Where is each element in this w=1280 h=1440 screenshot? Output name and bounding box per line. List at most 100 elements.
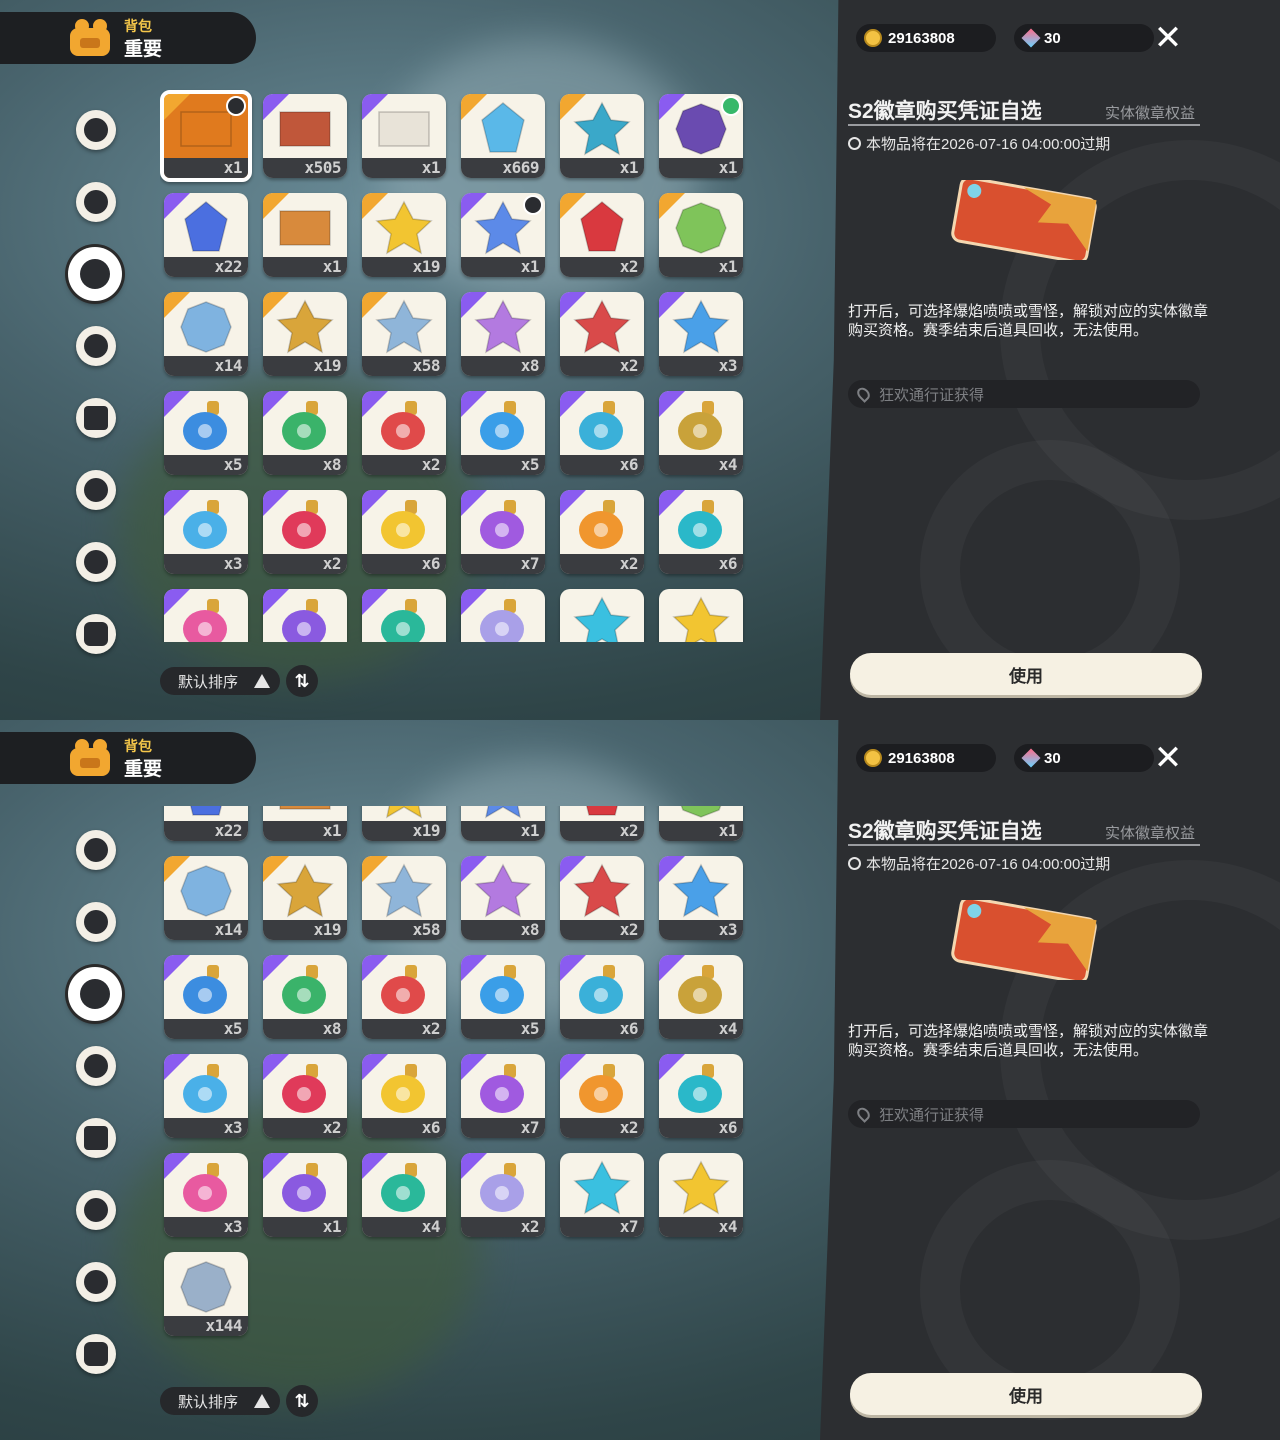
item-quantity: x1 (520, 821, 540, 840)
item-slot-blue-shell[interactable]: x14 (164, 292, 248, 376)
item-slot-green-charm[interactable]: x1 (659, 806, 743, 841)
item-slot-potion-green-leaf[interactable]: x8 (263, 391, 347, 475)
acorn-icon[interactable] (76, 542, 116, 582)
leaf-bloom-icon[interactable] (76, 902, 116, 942)
item-slot-potion-gold-bolt[interactable]: x4 (659, 391, 743, 475)
item-slot-potion-lilac-swirl[interactable]: x2 (461, 1153, 545, 1237)
item-slot-silver-coin[interactable]: x144 (164, 1252, 248, 1336)
close-button[interactable]: ✕ (1152, 741, 1184, 775)
ball-icon[interactable] (76, 470, 116, 510)
item-slot-gold-star[interactable]: x19 (362, 193, 446, 277)
item-slot-potion-violet-face[interactable]: x1 (263, 1153, 347, 1237)
item-slot-gift-box[interactable]: x1 (263, 193, 347, 277)
item-slot-star-wand[interactable]: x1 (461, 806, 545, 841)
close-button[interactable]: ✕ (1152, 21, 1184, 55)
star-badge-icon[interactable] (76, 110, 116, 150)
item-slot-potion-red-crown[interactable]: x2 (263, 490, 347, 574)
item-slot-star-wand-blue[interactable]: x58 (362, 856, 446, 940)
item-slot-red-crystal[interactable]: x2 (560, 806, 644, 841)
item-slot-potion-purple-swirl[interactable]: x7 (461, 490, 545, 574)
source-text: 狂欢通行证获得 (879, 386, 985, 404)
item-slot-potion-sky-flower[interactable]: x3 (164, 1054, 248, 1138)
item-slot-rainbow-bottle[interactable]: x8 (461, 856, 545, 940)
item-slot-red-potion[interactable]: x2 (560, 292, 644, 376)
item-slot-potion-orange-sun[interactable]: x2 (560, 490, 644, 574)
item-slot-badge-voucher[interactable]: x1 (160, 90, 252, 182)
star-badge-icon[interactable] (76, 830, 116, 870)
sort-dropdown[interactable]: 默认排序 (160, 1387, 280, 1415)
item-slot-blue-gem[interactable]: x22 (164, 193, 248, 277)
item-slot-potion-yellow-star[interactable]: x6 (362, 1054, 446, 1138)
sort-order-toggle[interactable]: ⇅ (286, 665, 318, 697)
item-slot-potion-red-flame[interactable]: x2 (362, 955, 446, 1039)
item-slot-potion-blue-drop[interactable]: x5 (461, 391, 545, 475)
item-slot-gold-star-token[interactable]: x4 (659, 589, 743, 642)
item-slot-blue-shell[interactable]: x14 (164, 856, 248, 940)
item-slot-red-potion[interactable]: x2 (560, 856, 644, 940)
item-slot-purple-pouch[interactable]: x1 (659, 94, 743, 178)
crown-card-icon[interactable] (76, 398, 116, 438)
sparkle-gear-icon[interactable] (68, 967, 122, 1021)
item-slot-potion-red-crown[interactable]: x2 (263, 1054, 347, 1138)
item-slot-potion-cyan-spark[interactable]: x6 (560, 955, 644, 1039)
item-slot-red-crystal[interactable]: x2 (560, 193, 644, 277)
item-grid-viewport[interactable]: x22 x1 x19 x1 x2 x1 x14 x19 x58 x8 x2 x3 x5 x8 x2 x5 x6 x… (160, 806, 760, 1360)
item-slot-potion-cyan-spark[interactable]: x6 (560, 391, 644, 475)
item-slot-prism-crystal[interactable]: x669 (461, 94, 545, 178)
item-slot-blue-potion[interactable]: x3 (659, 856, 743, 940)
item-slot-gold-key[interactable]: x19 (263, 856, 347, 940)
sofa-icon[interactable] (76, 614, 116, 654)
item-slot-potion-red-flame[interactable]: x2 (362, 391, 446, 475)
item-slot-potion-teal-gear[interactable]: x4 (362, 1153, 446, 1237)
sparkle-gear-icon[interactable] (68, 247, 122, 301)
header-title[interactable]: 重要 (124, 34, 162, 61)
item-slot-blue-gem[interactable]: x22 (164, 806, 248, 841)
item-slot-potion-teal-gear[interactable]: x4 (362, 589, 446, 642)
sort-dropdown[interactable]: 默认排序 (160, 667, 280, 695)
item-slot-gold-star[interactable]: x19 (362, 806, 446, 841)
item-slot-potion-pink-heart[interactable]: x3 (164, 1153, 248, 1237)
use-button[interactable]: 使用 (850, 1373, 1202, 1415)
item-slot-potion-green-leaf[interactable]: x8 (263, 955, 347, 1039)
item-slot-potion-teal-wing[interactable]: x6 (659, 490, 743, 574)
leaves-icon[interactable] (76, 1046, 116, 1086)
item-slot-star-wand[interactable]: x1 (461, 193, 545, 277)
item-slot-ticket-card[interactable]: x1 (362, 94, 446, 178)
item-grid-viewport[interactable]: x1 x505 x1 x669 x1 x1 x22 x1 x19 x1 x2 x1 x14 x19 x58 x… (160, 86, 760, 642)
leaf-bloom-icon[interactable] (76, 182, 116, 222)
sofa-icon[interactable] (76, 1334, 116, 1374)
item-slot-potion-blue-drop[interactable]: x5 (461, 955, 545, 1039)
item-slot-gift-box[interactable]: x1 (263, 806, 347, 841)
item-slot-potion-teal-wing[interactable]: x6 (659, 1054, 743, 1138)
chevron-up-icon (254, 674, 270, 688)
use-button[interactable]: 使用 (850, 653, 1202, 695)
header-title[interactable]: 重要 (124, 754, 162, 781)
item-slot-potion-orange-sun[interactable]: x2 (560, 1054, 644, 1138)
item-slot-blue-bottle[interactable]: x1 (560, 94, 644, 178)
item-slot-green-charm[interactable]: x1 (659, 193, 743, 277)
item-slot-blue-potion[interactable]: x3 (659, 292, 743, 376)
sort-order-toggle[interactable]: ⇅ (286, 1385, 318, 1417)
potion-blue-star-icon (183, 401, 227, 451)
item-slot-potion-blue-star[interactable]: x5 (164, 955, 248, 1039)
item-slot-potion-violet-face[interactable]: x1 (263, 589, 347, 642)
item-slot-cyan-star-token[interactable]: x7 (560, 589, 644, 642)
leaves-icon[interactable] (76, 326, 116, 366)
crown-card-icon[interactable] (76, 1118, 116, 1158)
item-slot-rainbow-bottle[interactable]: x8 (461, 292, 545, 376)
item-slot-potion-purple-swirl[interactable]: x7 (461, 1054, 545, 1138)
item-slot-star-wand-blue[interactable]: x58 (362, 292, 446, 376)
item-slot-potion-lilac-swirl[interactable]: x2 (461, 589, 545, 642)
item-slot-potion-sky-flower[interactable]: x3 (164, 490, 248, 574)
item-slot-bunny-card[interactable]: x505 (263, 94, 347, 178)
item-slot-potion-blue-star[interactable]: x5 (164, 391, 248, 475)
coin-counter: 29163808 (856, 744, 996, 772)
item-slot-gold-key[interactable]: x19 (263, 292, 347, 376)
item-slot-potion-gold-bolt[interactable]: x4 (659, 955, 743, 1039)
item-slot-potion-pink-heart[interactable]: x3 (164, 589, 248, 642)
item-slot-cyan-star-token[interactable]: x7 (560, 1153, 644, 1237)
acorn-icon[interactable] (76, 1262, 116, 1302)
item-slot-gold-star-token[interactable]: x4 (659, 1153, 743, 1237)
item-slot-potion-yellow-star[interactable]: x6 (362, 490, 446, 574)
ball-icon[interactable] (76, 1190, 116, 1230)
